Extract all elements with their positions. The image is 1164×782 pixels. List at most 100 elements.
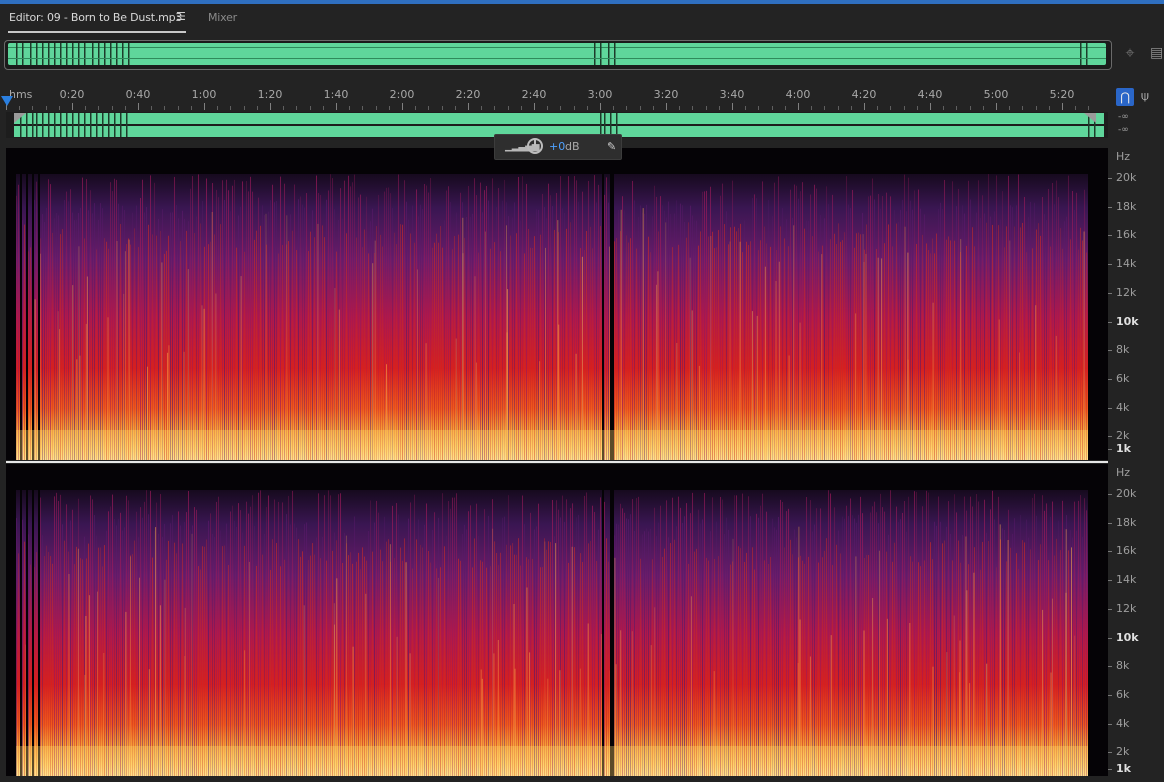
spectral-streak	[854, 247, 855, 460]
spectral-streak	[1032, 248, 1033, 460]
frequency-tick-label: 18k	[1116, 515, 1137, 529]
spectral-streak	[706, 190, 707, 460]
spectral-streak	[838, 223, 839, 460]
spectral-streak	[390, 193, 391, 460]
marker-icon[interactable]: ⍦	[1141, 88, 1155, 106]
spectral-streak	[100, 203, 101, 460]
ruler-tick	[45, 106, 47, 110]
waveform-gap	[42, 113, 44, 137]
panel-menu-icon[interactable]: ▤	[1150, 44, 1164, 62]
spectral-streak	[462, 534, 463, 776]
ruler-tick-label: 5:00	[983, 88, 1009, 101]
spectral-streak	[18, 553, 19, 776]
fade-out-handle[interactable]	[1084, 113, 1096, 123]
spectral-streak	[878, 550, 880, 776]
spectral-streak	[226, 179, 227, 460]
spectral-streak	[436, 568, 437, 776]
spectral-streak	[88, 210, 89, 460]
spectral-streak	[860, 234, 861, 460]
spectral-streak	[452, 497, 453, 776]
ruler-tick	[956, 106, 958, 110]
spectral-streak	[782, 208, 783, 460]
spectral-streak	[877, 257, 879, 460]
spectral-streak	[468, 185, 469, 460]
spectral-streak	[918, 189, 919, 460]
volume-knob[interactable]	[527, 138, 543, 154]
spectral-streak	[760, 240, 761, 460]
spectral-streak	[996, 567, 997, 776]
snap-magnet-icon[interactable]: ⋂	[1116, 88, 1134, 106]
spectral-streak	[218, 496, 219, 776]
spectral-display-left-channel[interactable]	[6, 148, 1108, 460]
volume-unit: dB	[565, 140, 580, 153]
volume-value[interactable]: +0	[549, 140, 565, 153]
time-ruler[interactable]: 0:20 0:40 1:00 1:20 1:40 2:00 2:20 2:40 3:00 3:20…	[6, 84, 1108, 110]
frequency-tick	[1108, 752, 1112, 754]
spectral-streak	[876, 248, 877, 460]
spectral-streak	[382, 246, 383, 460]
waveform-gap	[608, 43, 610, 65]
spectral-streak	[726, 211, 727, 460]
spectral-streak	[850, 208, 851, 460]
spectral-streak	[616, 237, 617, 460]
panel-menu-icon[interactable]: ☰	[176, 10, 186, 23]
spectral-streak	[522, 176, 523, 460]
spectral-streak	[246, 180, 247, 460]
spectral-streak	[128, 239, 130, 460]
spectral-streak	[750, 516, 751, 776]
fade-in-handle[interactable]	[14, 113, 26, 123]
ruler-tick	[864, 103, 865, 110]
waveform-overview[interactable]	[4, 40, 1112, 70]
spectral-streak	[1080, 495, 1081, 776]
silence-gap	[20, 464, 22, 776]
spectral-streak	[793, 225, 795, 460]
spectral-streak	[896, 506, 897, 776]
spectral-display-right-channel[interactable]	[6, 464, 1108, 776]
frequency-tick	[1108, 449, 1112, 450]
ruler-tick	[256, 106, 258, 110]
spectral-streak	[1024, 542, 1025, 776]
spectral-streak	[214, 537, 215, 776]
spectral-streak	[548, 183, 549, 460]
frequency-axis-left: Hz 20k 18k 16k 14k 12k 10k 8k 6k 4k 2k 1k	[1108, 148, 1164, 462]
volume-hud[interactable]: ▁▂▃▄▅ +0 dB ✎	[494, 134, 622, 160]
spectral-streak	[986, 222, 987, 460]
pin-icon[interactable]: ✎	[607, 140, 616, 153]
spectral-streak	[844, 518, 845, 776]
spectral-streak	[722, 499, 723, 776]
spectral-streak	[274, 499, 275, 776]
spectral-streak	[922, 506, 923, 776]
spectral-streak	[634, 200, 635, 460]
spectral-streak	[796, 185, 797, 460]
spectral-streak	[402, 560, 403, 776]
tab-editor[interactable]: Editor: 09 - Born to Be Dust.mp3	[9, 11, 182, 24]
silence-gap	[32, 464, 34, 776]
spectral-streak	[672, 497, 673, 776]
spectral-streak	[584, 249, 585, 460]
spectral-streak	[478, 535, 479, 776]
playhead-marker[interactable]	[1, 96, 13, 106]
spectral-streak	[62, 524, 63, 776]
waveform-gap	[128, 43, 130, 65]
frequency-tick	[1108, 378, 1112, 380]
spectral-streak	[888, 534, 889, 776]
tab-mixer[interactable]: Mixer	[208, 11, 237, 24]
spectral-streak	[110, 182, 111, 460]
spectral-streak	[508, 216, 509, 460]
spectral-streak	[77, 548, 79, 776]
ruler-tick	[309, 106, 311, 110]
spectral-streak	[965, 536, 967, 776]
spectral-streak	[318, 493, 319, 776]
spectral-streak	[678, 496, 679, 776]
ruler-tick	[362, 106, 364, 110]
spectral-streak	[412, 568, 413, 776]
spectral-streak	[1072, 191, 1073, 460]
spectral-streak	[366, 196, 367, 460]
spectral-streak	[740, 548, 741, 776]
zoom-to-selection-icon[interactable]: ⌖	[1121, 44, 1139, 62]
spectral-streak	[952, 181, 953, 460]
spectral-streak	[418, 519, 419, 776]
spectral-streak	[220, 530, 221, 776]
spectral-streak	[58, 500, 59, 776]
frequency-tick-label: 16k	[1116, 544, 1137, 558]
